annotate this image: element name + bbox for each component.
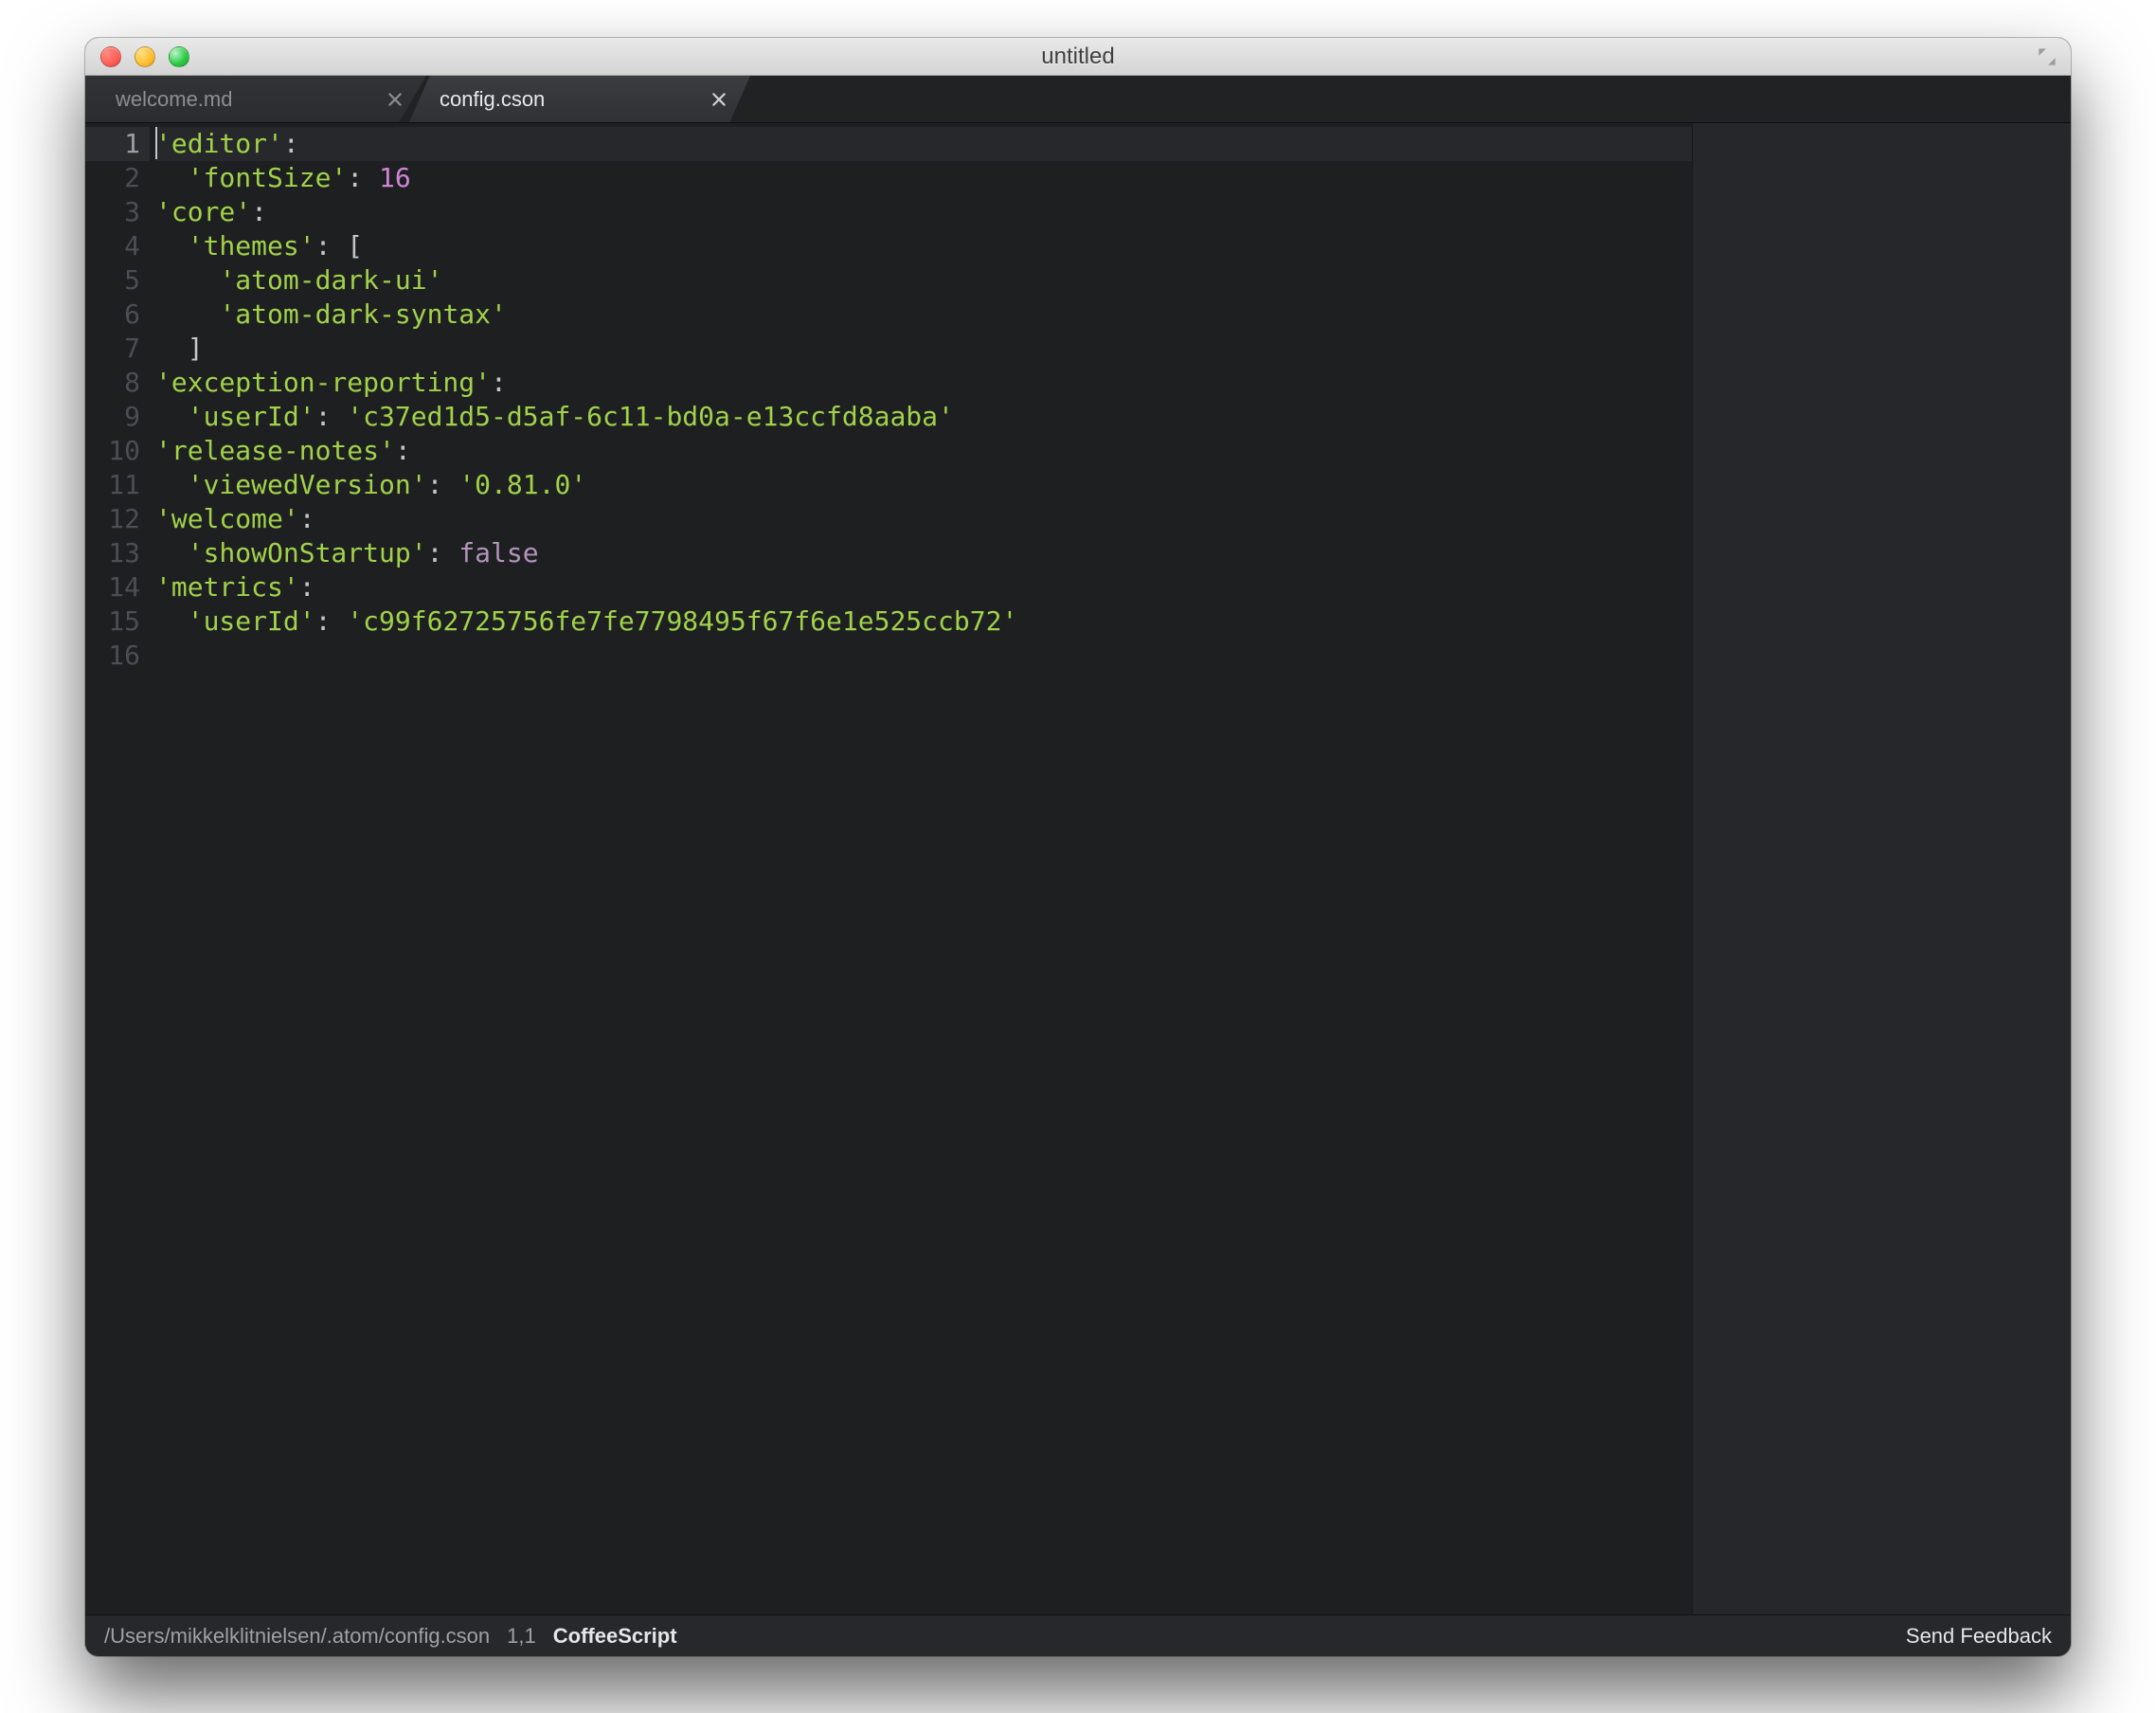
code-line[interactable]: 'fontSize': 16 bbox=[155, 161, 1692, 195]
status-cursor-pos[interactable]: 1,1 bbox=[507, 1624, 536, 1649]
code-line[interactable]: 'atom-dark-ui' bbox=[155, 263, 1692, 298]
line-number[interactable]: 7 bbox=[85, 332, 140, 366]
line-number[interactable]: 1 bbox=[85, 127, 150, 161]
status-bar: /Users/mikkelklitnielsen/.atom/config.cs… bbox=[85, 1614, 2071, 1656]
app-window: untitled welcome.md config.cson 12345678… bbox=[85, 38, 2071, 1656]
code-line[interactable]: 'userId': 'c37ed1d5-d5af-6c11-bd0a-e13cc… bbox=[155, 400, 1692, 434]
fullscreen-icon[interactable] bbox=[2035, 45, 2059, 69]
code-line[interactable]: 'welcome': bbox=[155, 502, 1692, 536]
code-line[interactable]: 'atom-dark-syntax' bbox=[155, 298, 1692, 332]
line-number[interactable]: 12 bbox=[85, 502, 140, 536]
status-file-path[interactable]: /Users/mikkelklitnielsen/.atom/config.cs… bbox=[104, 1624, 490, 1649]
code-area[interactable]: 'editor': 'fontSize': 16'core': 'themes'… bbox=[150, 123, 1692, 1614]
line-number[interactable]: 10 bbox=[85, 434, 140, 468]
tab-welcome[interactable]: welcome.md bbox=[85, 76, 426, 122]
minimap-panel[interactable] bbox=[1692, 123, 2071, 1614]
status-left: /Users/mikkelklitnielsen/.atom/config.cs… bbox=[104, 1624, 677, 1649]
line-number[interactable]: 6 bbox=[85, 298, 140, 332]
code-line[interactable] bbox=[155, 639, 1692, 673]
editor-area: 12345678910111213141516 'editor': 'fontS… bbox=[85, 123, 2071, 1614]
code-line[interactable]: 'themes': [ bbox=[155, 229, 1692, 263]
line-number[interactable]: 4 bbox=[85, 229, 140, 263]
tab-bar: welcome.md config.cson bbox=[85, 76, 2071, 123]
line-number[interactable]: 9 bbox=[85, 400, 140, 434]
code-line[interactable]: 'metrics': bbox=[155, 570, 1692, 604]
close-icon[interactable] bbox=[100, 46, 121, 67]
code-line[interactable]: 'showOnStartup': false bbox=[155, 536, 1692, 570]
line-number[interactable]: 11 bbox=[85, 468, 140, 502]
code-line[interactable]: 'viewedVersion': '0.81.0' bbox=[155, 468, 1692, 502]
line-number[interactable]: 2 bbox=[85, 161, 140, 195]
close-icon[interactable] bbox=[386, 91, 404, 108]
line-number[interactable]: 15 bbox=[85, 604, 140, 639]
code-line[interactable]: 'userId': 'c99f62725756fe7fe7798495f67f6… bbox=[155, 604, 1692, 639]
line-number[interactable]: 16 bbox=[85, 639, 140, 673]
zoom-icon[interactable] bbox=[169, 46, 189, 67]
traffic-lights bbox=[85, 46, 189, 67]
tab-label: config.cson bbox=[440, 87, 703, 112]
titlebar-right bbox=[2035, 45, 2071, 69]
status-language[interactable]: CoffeeScript bbox=[553, 1624, 677, 1649]
minimize-icon[interactable] bbox=[135, 46, 155, 67]
line-number-gutter[interactable]: 12345678910111213141516 bbox=[85, 123, 150, 1614]
code-line[interactable]: ] bbox=[155, 332, 1692, 366]
code-line[interactable]: 'release-notes': bbox=[155, 434, 1692, 468]
text-cursor bbox=[155, 127, 157, 159]
code-line[interactable]: 'core': bbox=[155, 195, 1692, 229]
line-number[interactable]: 8 bbox=[85, 366, 140, 400]
code-line[interactable]: 'editor': bbox=[155, 127, 1692, 161]
line-number[interactable]: 3 bbox=[85, 195, 140, 229]
close-icon[interactable] bbox=[710, 91, 728, 108]
titlebar[interactable]: untitled bbox=[85, 38, 2071, 76]
line-number[interactable]: 5 bbox=[85, 263, 140, 298]
tab-config[interactable]: config.cson bbox=[409, 76, 750, 122]
code-line[interactable]: 'exception-reporting': bbox=[155, 366, 1692, 400]
window-title: untitled bbox=[85, 44, 2071, 70]
line-number[interactable]: 14 bbox=[85, 570, 140, 604]
send-feedback-button[interactable]: Send Feedback bbox=[1906, 1624, 2052, 1649]
tab-label: welcome.md bbox=[116, 87, 379, 112]
line-number[interactable]: 13 bbox=[85, 536, 140, 570]
